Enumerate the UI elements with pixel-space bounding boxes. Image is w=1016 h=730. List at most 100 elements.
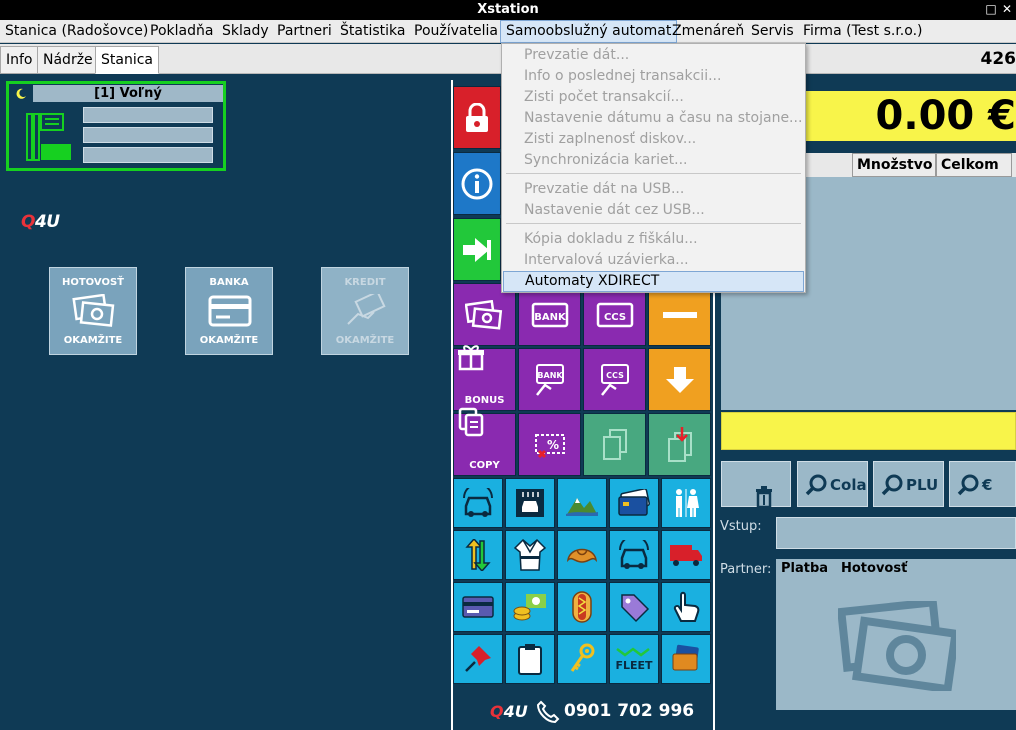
bonus-button[interactable]: BONUS [453, 345, 516, 411]
tag-button[interactable] [609, 582, 659, 632]
landscape-button[interactable] [557, 478, 607, 528]
card-reader-button[interactable] [453, 582, 503, 632]
total-amount: 0.00 € [805, 91, 1016, 141]
search-cola-label: Cola [830, 476, 867, 494]
ccs-hand-text: CCS [606, 371, 624, 380]
pump-1-box[interactable]: [1] Voľný [6, 81, 226, 171]
tab-stanica[interactable]: Stanica [95, 46, 159, 74]
bonus-label: BONUS [464, 395, 505, 406]
bank-hand-text: BANK [537, 371, 563, 380]
bakery-button[interactable] [557, 530, 607, 580]
search-plu-button[interactable]: PLU [873, 461, 944, 507]
footer-logo-rest: 4U [503, 702, 528, 721]
dd-automaty-xdirect[interactable]: Automaty XDIRECT [503, 271, 804, 292]
lock-button[interactable] [453, 86, 501, 149]
pump-field-3 [83, 147, 213, 163]
q4u-logo: Q4U [21, 212, 60, 232]
pay-bank-button[interactable]: BANKA OKAMŽITE [185, 267, 273, 355]
pay-cash-button[interactable]: HOTOVOSŤ OKAMŽITE [49, 267, 137, 355]
dd-synchronizacia-kariet[interactable]: Synchronizácia kariet... [502, 150, 805, 171]
copy-label: COPY [469, 460, 500, 471]
dd-zaplnenost-diskov[interactable]: Zisti zaplnenosť diskov... [502, 129, 805, 150]
delete-button[interactable] [721, 461, 791, 508]
menu-partneri[interactable]: Partneri [272, 20, 337, 43]
search-plu-label: PLU [906, 476, 939, 494]
menu-firma[interactable]: Firma (Test s.r.o.) [798, 20, 927, 43]
automat-dropdown-menu: Prevzatie dát... Info o poslednej transa… [501, 43, 806, 293]
menu-sklady[interactable]: Sklady [217, 20, 274, 43]
search-euro-label: € [982, 476, 993, 494]
menu-servis[interactable]: Servis [746, 20, 799, 43]
dd-info-posledna-transakcia[interactable]: Info o poslednej transakcii... [502, 66, 805, 87]
fuel-pump-icon [25, 110, 73, 166]
dd-pocet-transakcii[interactable]: Zisti počet transakcií... [502, 87, 805, 108]
discount-button[interactable]: % [518, 413, 581, 476]
logo-q: Q [21, 212, 35, 232]
euro-cash-icon [836, 597, 960, 695]
pay-cash-bottom: OKAMŽITE [63, 335, 123, 346]
menu-pokladna[interactable]: Pokladňa [145, 20, 218, 43]
ccs-hand-button[interactable]: CCS [583, 348, 646, 411]
hotdog-button[interactable] [557, 582, 607, 632]
logo-rest: 4U [34, 212, 60, 232]
dd-intervalova-uzavierka[interactable]: Intervalová uzávierka... [502, 250, 805, 271]
clipboard-button[interactable] [505, 634, 555, 684]
dd-prevzatie-dat[interactable]: Prevzatie dát... [502, 45, 805, 66]
phone-number: 0901 702 996 [564, 701, 695, 721]
info-button[interactable] [453, 152, 501, 215]
menu-pouzivatelia[interactable]: Používatelia [409, 20, 503, 43]
truck-button[interactable] [661, 530, 711, 580]
fleet-icon-text: FLEET [615, 659, 653, 672]
dd-nastavenie-datumu[interactable]: Nastavenie dátumu a času na stojane... [502, 108, 805, 129]
restroom-button[interactable] [661, 478, 711, 528]
menu-samoobsluzny-automat[interactable]: Samoobslužný automat [500, 20, 678, 43]
pump-field-2 [83, 127, 213, 143]
partner-label: Partner: [720, 562, 772, 577]
restore-window-icon[interactable]: □ [984, 2, 998, 16]
cards-button[interactable] [609, 478, 659, 528]
login-button[interactable] [453, 218, 501, 281]
keys-button[interactable] [557, 634, 607, 684]
payment-label: Platba [781, 561, 829, 576]
tab-nadrze[interactable]: Nádrže [37, 46, 99, 74]
moon-icon [14, 86, 28, 105]
pay-credit-top: KREDIT [344, 277, 386, 288]
menu-statistika[interactable]: Štatistika [335, 20, 410, 43]
pay-cash-top: HOTOVOSŤ [61, 277, 124, 288]
dd-kopia-dokladu[interactable]: Kópia dokladu z fiškálu... [502, 229, 805, 250]
pump-field-1 [83, 107, 213, 123]
import-docs-button[interactable] [648, 413, 711, 476]
pump-status-title: [1] Voľný [33, 85, 223, 102]
search-euro-button[interactable]: € [949, 461, 1016, 507]
search-cola-button[interactable]: Cola [797, 461, 868, 507]
menu-zmenaren[interactable]: Zmenáreň [667, 20, 749, 43]
touch-button[interactable] [661, 582, 711, 632]
bank-hand-button[interactable]: BANK [518, 348, 581, 411]
clothing-button[interactable] [505, 530, 555, 580]
window-title: Xstation [477, 2, 539, 17]
swap-button[interactable] [453, 530, 503, 580]
carwash-2-button[interactable] [505, 478, 555, 528]
dd-nastavenie-usb[interactable]: Nastavenie dát cez USB... [502, 200, 805, 221]
receipt-summary-bar [721, 412, 1016, 450]
fleet-button[interactable]: FLEET [609, 634, 659, 684]
close-window-icon[interactable]: ✕ [1000, 2, 1014, 16]
arrow-down-button[interactable] [648, 348, 711, 411]
dd-prevzatie-usb[interactable]: Prevzatie dát na USB... [502, 179, 805, 200]
dd-separator-1 [506, 173, 801, 174]
carwash-6-button[interactable] [609, 530, 659, 580]
input-field[interactable] [776, 517, 1016, 549]
bank-card-text: BANK [534, 312, 567, 323]
col-quantity: Množstvo [852, 153, 936, 177]
col-total: Celkom [936, 153, 1012, 177]
pay-credit-button[interactable]: KREDIT OKAMŽITE [321, 267, 409, 355]
menu-stanica[interactable]: Stanica (Radošovce) [0, 20, 153, 43]
partner-box[interactable]: Platba Hotovosť [776, 559, 1016, 710]
copy-docs-button[interactable] [583, 413, 646, 476]
coins-button[interactable] [505, 582, 555, 632]
carwash-1-button[interactable] [453, 478, 503, 528]
visa-cards-button[interactable] [661, 634, 711, 684]
copy-button[interactable]: COPY [453, 407, 516, 476]
tab-info[interactable]: Info [0, 46, 39, 74]
pin-button[interactable] [453, 634, 503, 684]
